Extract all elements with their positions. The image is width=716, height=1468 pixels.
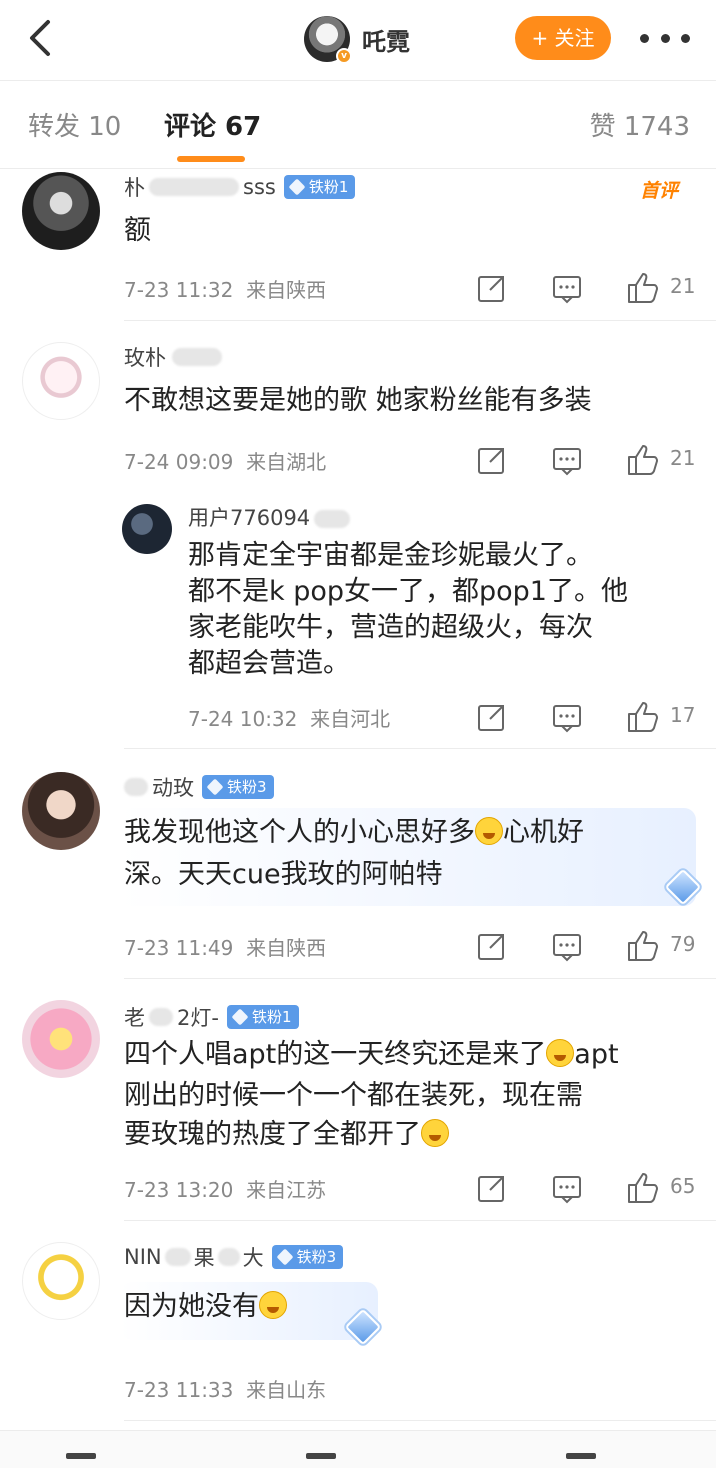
share-icon[interactable] — [476, 1170, 506, 1206]
comment-text: 不敢想这要是她的歌 她家粉丝能有多装 — [124, 385, 592, 416]
divider — [124, 748, 716, 749]
gem-icon — [288, 178, 306, 196]
share-icon[interactable] — [476, 699, 506, 735]
divider — [124, 1420, 716, 1421]
reply-text-line: 都不是k pop女一了，都pop1了。他 — [188, 576, 628, 607]
reply-icon[interactable] — [552, 1170, 582, 1206]
commenter-name[interactable]: NIN 果 大 铁粉3 — [124, 1242, 344, 1272]
comment-meta: 7-23 11:49 来自陕西 — [124, 936, 327, 960]
divider — [0, 80, 716, 81]
like-count: 65 — [670, 1174, 696, 1198]
reply-icon[interactable] — [552, 442, 582, 478]
share-icon[interactable] — [476, 270, 506, 306]
crying-emoji-icon — [546, 1039, 575, 1067]
author-name[interactable]: 吒霓 — [362, 22, 410, 57]
thumbs-up-icon[interactable] — [626, 442, 660, 478]
gem-icon — [231, 1008, 249, 1026]
active-tab-indicator — [177, 156, 245, 162]
gem-icon — [276, 1248, 294, 1266]
first-comment-tag: 首评 — [640, 180, 679, 202]
toolbar-icon[interactable] — [306, 1453, 336, 1459]
commenter-name[interactable]: 动玫 铁粉3 — [124, 772, 274, 802]
thumbs-up-icon[interactable] — [626, 699, 660, 735]
gem-icon — [206, 778, 224, 796]
sob-emoji-icon — [259, 1291, 287, 1319]
author-avatar[interactable]: v — [304, 16, 352, 64]
divider — [124, 320, 716, 321]
tab-comment[interactable]: 评论 67 — [164, 106, 261, 143]
comment-text: 要玫瑰的热度了全都开了 — [124, 1114, 449, 1155]
share-icon[interactable] — [476, 442, 506, 478]
verified-icon: v — [336, 48, 352, 64]
comment-actions: 65 — [476, 1170, 708, 1206]
divider — [124, 1220, 716, 1221]
comment-text: 四个人唱apt的这一天终究还是来了 apt — [124, 1039, 619, 1070]
more-options-icon[interactable] — [640, 26, 690, 50]
comment-text: 刚出的时候一个一个都在装死，现在需 — [124, 1080, 583, 1111]
comment-meta: 7-23 11:33 来自山东 — [124, 1378, 327, 1402]
commenter-avatar[interactable] — [22, 1242, 100, 1320]
reply-icon[interactable] — [552, 699, 582, 735]
bottom-toolbar — [0, 1430, 716, 1468]
toolbar-icon[interactable] — [66, 1453, 96, 1459]
reply-icon[interactable] — [552, 928, 582, 964]
commenter-name[interactable]: 朴 sss 铁粉1 — [124, 172, 356, 202]
comment-text: 我发现他这个人的小心思好多 心机好 — [124, 817, 584, 848]
reply-user-name[interactable]: 用户776094 — [188, 502, 351, 532]
top-bar: v 吒霓 + 关注 — [0, 0, 716, 80]
divider — [124, 978, 716, 979]
like-count: 21 — [670, 446, 696, 470]
reply-avatar[interactable] — [122, 504, 172, 554]
fan-badge: 铁粉3 — [202, 775, 274, 799]
comment-actions: 21 — [476, 270, 708, 306]
commenter-avatar[interactable] — [22, 1000, 100, 1078]
commenter-avatar[interactable] — [22, 772, 100, 850]
thumbs-up-icon[interactable] — [626, 1170, 660, 1206]
follow-button[interactable]: + 关注 — [515, 16, 611, 60]
like-count: 21 — [670, 274, 696, 298]
comment-meta: 7-23 11:32 来自陕西 — [124, 278, 327, 302]
tab-repost[interactable]: 转发 10 — [28, 106, 121, 143]
toolbar-icon[interactable] — [566, 1453, 596, 1459]
tab-bar: 转发 10 评论 67 赞 1743 — [0, 90, 716, 164]
comment-text: 因为她没有 — [124, 1286, 287, 1327]
laugh-cry-emoji-icon — [475, 817, 503, 845]
crying-emoji-icon — [421, 1119, 449, 1147]
comment-text: 额 — [124, 215, 151, 246]
fan-badge: 铁粉1 — [226, 1005, 299, 1029]
reply-actions: 17 — [476, 699, 708, 735]
reply-text-line: 那肯定全宇宙都是金珍妮最火了。 — [188, 540, 593, 571]
comment-actions: 79 — [476, 928, 708, 964]
share-icon[interactable] — [476, 928, 506, 964]
comment-meta: 7-24 09:09 来自湖北 — [124, 450, 327, 474]
reply-meta: 7-24 10:32 来自河北 — [188, 707, 391, 731]
like-count: 17 — [670, 703, 696, 727]
commenter-avatar[interactable] — [22, 342, 100, 420]
back-arrow-icon[interactable] — [22, 16, 58, 60]
fan-badge: 铁粉1 — [283, 175, 356, 199]
divider — [0, 168, 716, 169]
reply-icon[interactable] — [552, 270, 582, 306]
thumbs-up-icon[interactable] — [626, 928, 660, 964]
comment-meta: 7-23 13:20 来自江苏 — [124, 1178, 327, 1202]
tab-like[interactable]: 赞 1743 — [590, 106, 690, 143]
commenter-name[interactable]: 玫朴 — [124, 342, 222, 372]
reply-text-line: 都超会营造。 — [188, 648, 350, 679]
commenter-avatar[interactable] — [22, 172, 100, 250]
thumbs-up-icon[interactable] — [626, 270, 660, 306]
like-count: 79 — [670, 932, 696, 956]
comment-text: 深。天天cue我玫的阿帕特 — [124, 859, 443, 890]
fan-badge: 铁粉3 — [271, 1245, 344, 1269]
author-info[interactable]: v 吒霓 — [304, 14, 410, 64]
commenter-name[interactable]: 老 2灯- 铁粉1 — [124, 1002, 299, 1032]
comment-actions: 21 — [476, 442, 708, 478]
reply-text-line: 家老能吹牛，营造的超级火，每次 — [188, 612, 593, 643]
